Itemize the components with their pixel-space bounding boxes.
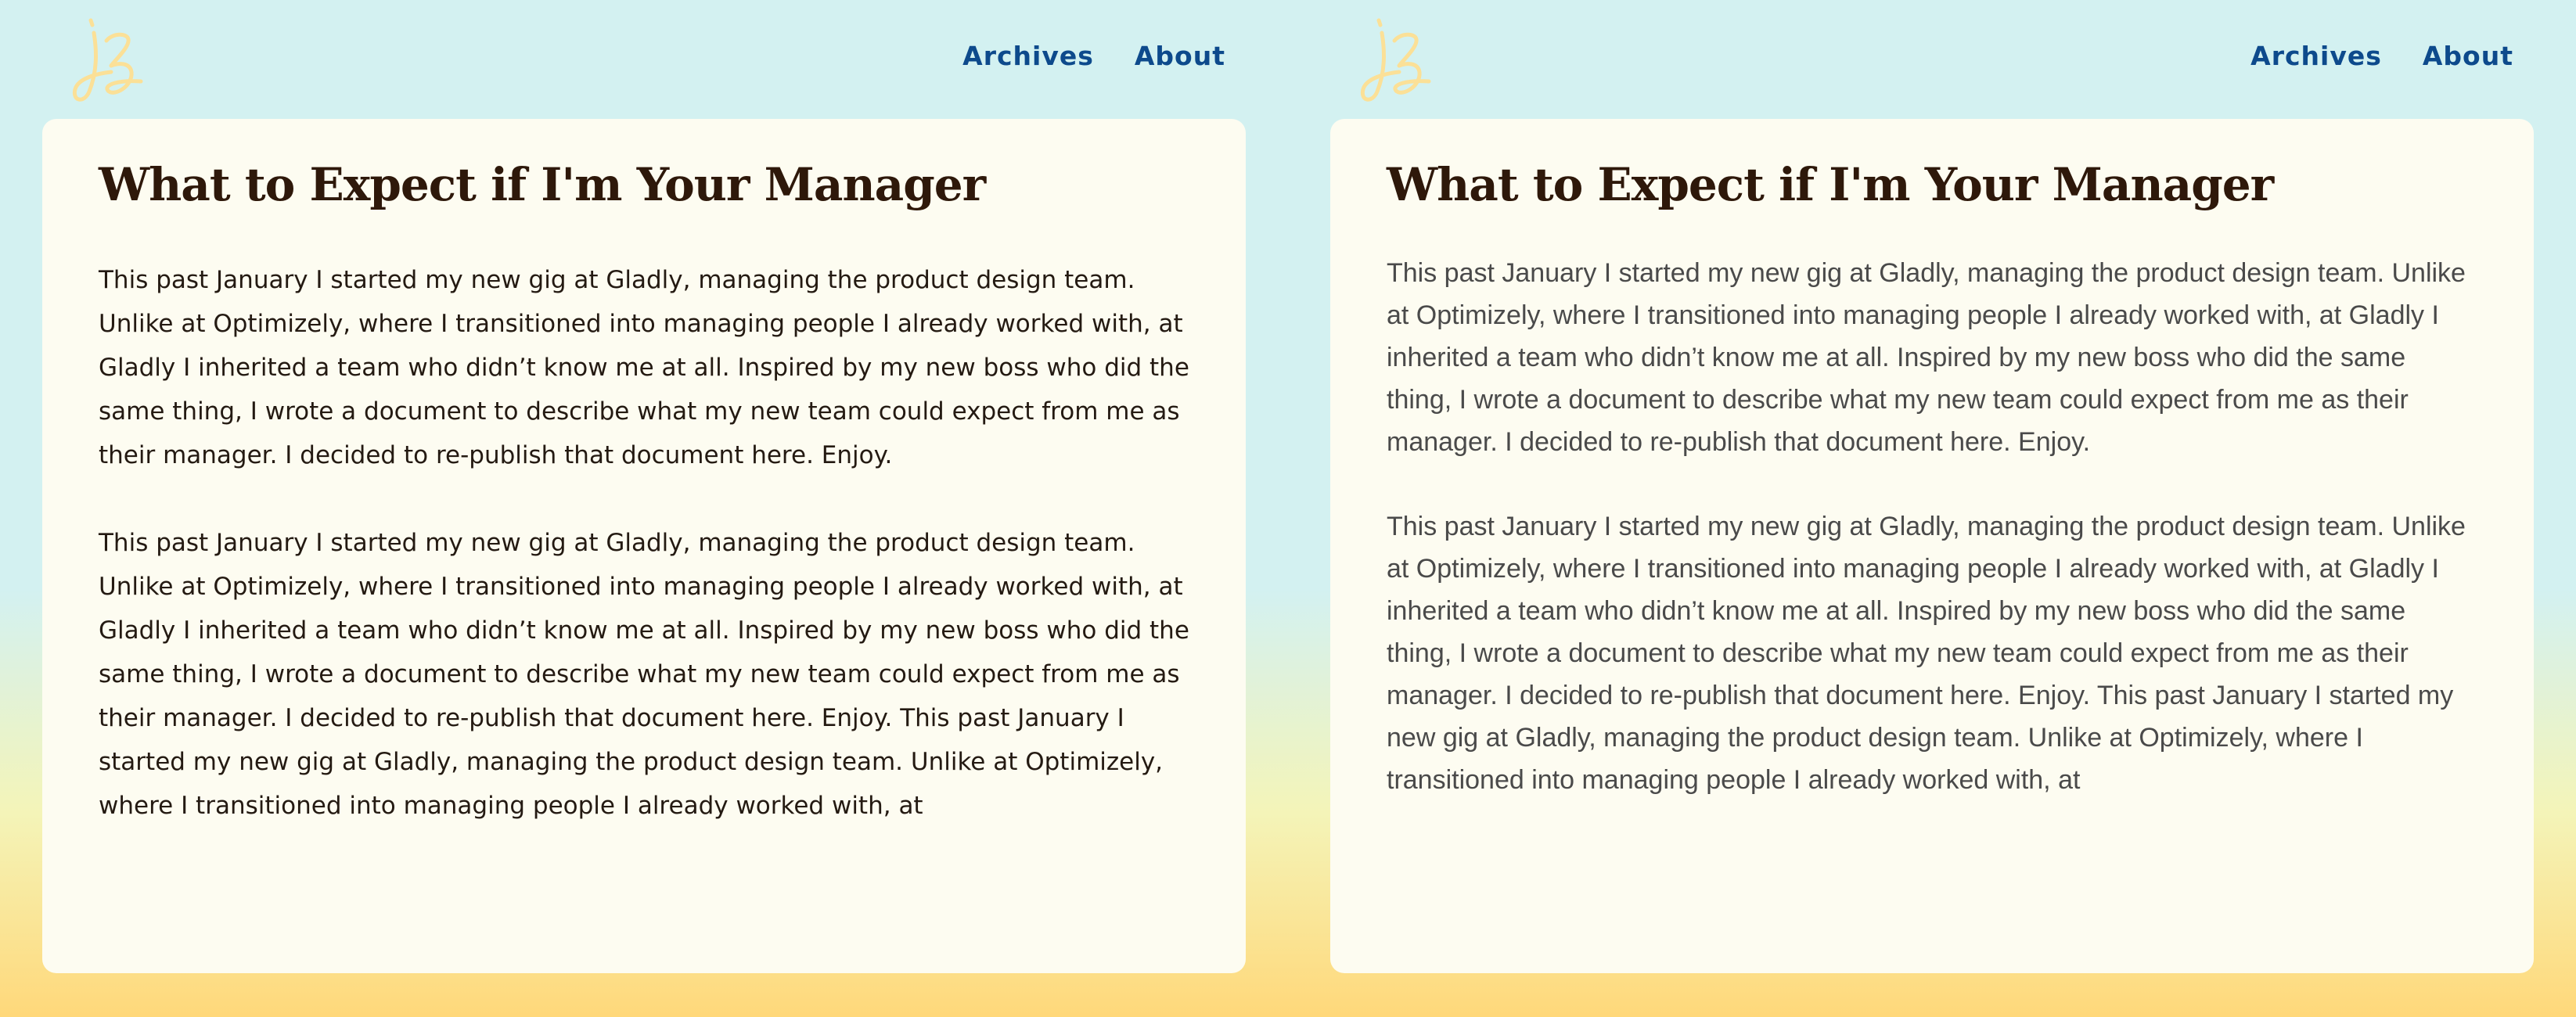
jz-logo-icon [1360, 18, 1431, 102]
site-logo[interactable] [66, 9, 167, 111]
nav-link-archives[interactable]: Archives [2250, 41, 2382, 71]
post-title: What to Expect if I'm Your Manager [1387, 158, 2274, 211]
nav-link-archives[interactable]: Archives [962, 41, 1094, 71]
post-paragraph-1: This past January I started my new gig a… [1387, 257, 2466, 457]
jz-logo-icon [72, 18, 143, 102]
right-pane: Archives About What to Expect if I'm You… [1288, 0, 2576, 1017]
main-nav: Archives About [962, 41, 1225, 71]
left-pane: Archives About What to Expect if I'm You… [0, 0, 1288, 1017]
post-card: What to Expect if I'm Your Manager This … [42, 119, 1246, 973]
nav-link-about[interactable]: About [2423, 41, 2513, 71]
post-paragraph-2: This past January I started my new gig a… [1387, 511, 2466, 795]
site-logo[interactable] [1354, 9, 1455, 111]
post-card: What to Expect if I'm Your Manager This … [1330, 119, 2534, 973]
post-paragraph-2: This past January I started my new gig a… [99, 528, 1189, 820]
nav-link-about[interactable]: About [1135, 41, 1225, 71]
post-title: What to Expect if I'm Your Manager [99, 158, 986, 211]
post-paragraph-1: This past January I started my new gig a… [99, 265, 1189, 469]
main-nav: Archives About [2250, 41, 2513, 71]
